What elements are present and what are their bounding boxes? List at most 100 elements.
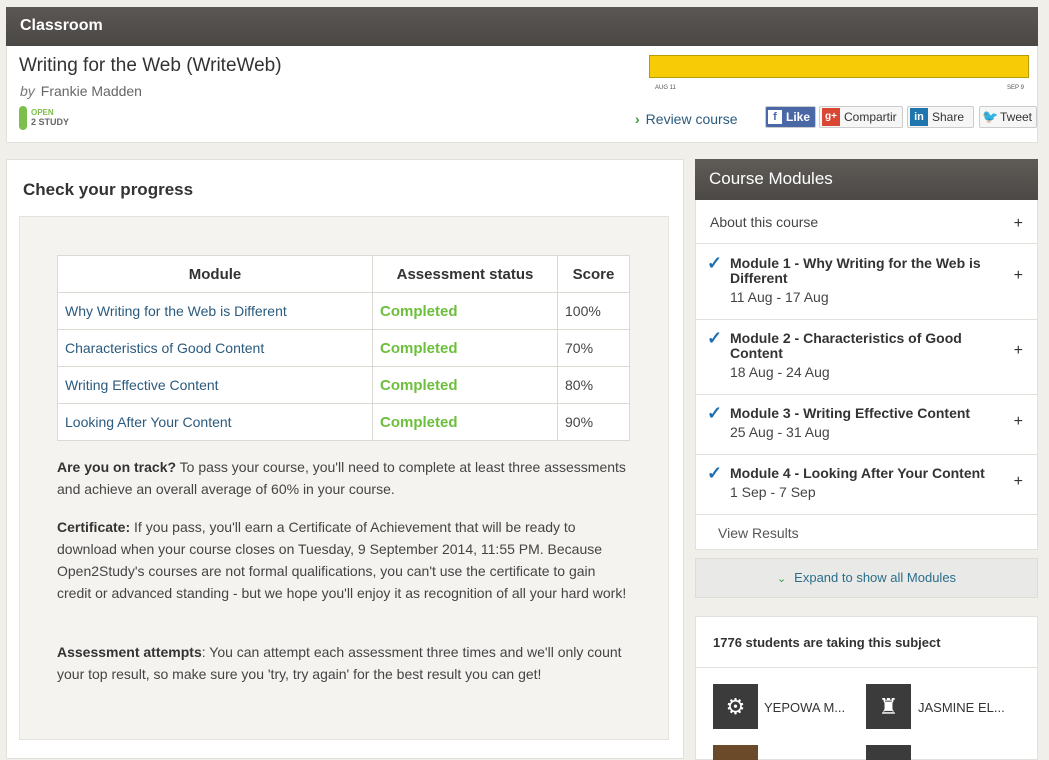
course-progress-bar: [649, 55, 1029, 78]
plus-icon[interactable]: +: [1014, 267, 1023, 285]
status-cell: Completed: [372, 403, 558, 441]
statue-icon: ♜: [878, 694, 899, 719]
expand-modules-label: Expand to show all Modules: [794, 570, 957, 585]
facebook-icon: f: [768, 110, 782, 124]
plus-icon[interactable]: +: [1014, 342, 1023, 360]
column-header-status: Assessment status: [372, 255, 558, 293]
expand-modules-button[interactable]: ⌄ Expand to show all Modules: [695, 558, 1038, 598]
google-share-button[interactable]: g+ Compartir: [819, 106, 903, 128]
module-name: Module 4 - Looking After Your Content: [730, 465, 985, 481]
on-track-text: Are you on track? To pass your course, y…: [57, 456, 632, 500]
module-name: Module 3 - Writing Effective Content: [730, 405, 971, 421]
module-name: Module 1 - Why Writing for the Web is Di…: [730, 255, 981, 286]
certificate-text: Certificate: If you pass, you'll earn a …: [57, 516, 632, 604]
chevron-right-icon: ›: [635, 111, 640, 127]
check-icon: ✓: [707, 463, 723, 483]
column-header-score: Score: [557, 255, 630, 293]
plus-icon[interactable]: +: [1014, 413, 1023, 431]
plus-icon[interactable]: +: [1014, 473, 1023, 491]
logo-leaf-icon: [19, 106, 27, 130]
students-count-heading: 1776 students are taking this subject: [713, 635, 941, 650]
on-track-label: Are you on track?: [57, 459, 177, 475]
module-link[interactable]: Looking After Your Content: [57, 403, 373, 441]
logo-text-1: OPEN: [31, 108, 54, 117]
linkedin-icon: in: [910, 108, 928, 126]
course-author: Frankie Madden: [40, 83, 142, 99]
student-avatar[interactable]: [713, 745, 758, 760]
status-cell: Completed: [372, 329, 558, 367]
logo-text-2: 2 STUDY: [31, 117, 70, 127]
review-course-label: Review course: [645, 111, 738, 127]
certificate-label: Certificate:: [57, 519, 131, 535]
students-panel: 1776 students are taking this subject ⚙ …: [695, 616, 1038, 760]
module-dates: 25 Aug - 31 Aug: [730, 424, 830, 440]
chevron-down-icon: ⌄: [776, 573, 787, 585]
like-label: Like: [786, 110, 811, 124]
about-course-label: About this course: [710, 214, 819, 230]
progress-end-date: SEP 9: [1007, 85, 1024, 91]
classroom-title: Classroom: [20, 17, 103, 34]
module-dates: 18 Aug - 24 Aug: [730, 364, 830, 380]
progress-inner: Module Assessment status Score Why Writi…: [19, 216, 669, 740]
score-cell: 70%: [557, 329, 630, 367]
attempts-text: Assessment attempts: You can attempt eac…: [57, 641, 632, 685]
course-modules-header: Course Modules: [695, 159, 1038, 200]
classroom-bar: Classroom: [6, 7, 1038, 46]
linkedin-share-label: Share: [932, 110, 965, 124]
student-avatar[interactable]: ♜: [866, 684, 911, 729]
score-cell: 80%: [557, 366, 630, 404]
check-icon: ✓: [707, 403, 723, 423]
check-icon: ✓: [707, 328, 723, 348]
google-plus-icon: g+: [822, 108, 840, 126]
course-byline: by Frankie Madden: [20, 83, 142, 99]
module-item[interactable]: ✓ Module 4 - Looking After Your Content …: [696, 455, 1037, 515]
score-cell: 90%: [557, 403, 630, 441]
progress-start-date: AUG 11: [655, 85, 676, 91]
course-modules-list: About this course + ✓ Module 1 - Why Wri…: [695, 200, 1038, 550]
progress-panel: Check your progress Module Assessment st…: [6, 159, 684, 759]
student-avatar[interactable]: [866, 745, 911, 760]
twitter-icon: 🐦: [982, 109, 999, 124]
module-dates: 11 Aug - 17 Aug: [730, 289, 829, 305]
check-icon: ✓: [707, 253, 723, 273]
module-name: Module 2 - Characteristics of Good Conte…: [730, 330, 962, 361]
plus-icon[interactable]: +: [1014, 215, 1023, 233]
module-item[interactable]: ✓ Module 1 - Why Writing for the Web is …: [696, 244, 1037, 320]
module-link[interactable]: Why Writing for the Web is Different: [57, 292, 373, 330]
attempts-label: Assessment attempts: [57, 644, 202, 660]
course-modules-title: Course Modules: [709, 169, 833, 188]
open2study-logo: OPEN 2 STUDY: [19, 106, 79, 130]
progress-table: Module Assessment status Score Why Writi…: [57, 255, 630, 441]
linkedin-share-button[interactable]: in Share: [907, 106, 974, 128]
module-link[interactable]: Writing Effective Content: [57, 366, 373, 404]
table-row: Why Writing for the Web is Different Com…: [57, 292, 630, 330]
divider: [696, 667, 1037, 668]
about-course-item[interactable]: About this course +: [696, 200, 1037, 244]
by-label: by: [20, 83, 35, 99]
student-avatar[interactable]: ⚙: [713, 684, 758, 729]
facebook-like-button[interactable]: f Like: [765, 106, 816, 128]
table-row: Characteristics of Good Content Complete…: [57, 329, 630, 367]
compartir-label: Compartir: [844, 110, 897, 124]
status-cell: Completed: [372, 292, 558, 330]
status-cell: Completed: [372, 366, 558, 404]
module-item[interactable]: ✓ Module 3 - Writing Effective Content 2…: [696, 395, 1037, 455]
module-link[interactable]: Characteristics of Good Content: [57, 329, 373, 367]
student-name[interactable]: JASMINE EL...: [918, 700, 1005, 715]
table-row: Looking After Your Content Completed 90%: [57, 403, 630, 441]
tweet-button[interactable]: 🐦 Tweet: [979, 106, 1037, 128]
course-header: Writing for the Web (WriteWeb) by Frankie…: [6, 46, 1038, 143]
table-row: Writing Effective Content Completed 80%: [57, 366, 630, 404]
course-title: Writing for the Web (WriteWeb): [19, 55, 282, 76]
progress-heading: Check your progress: [23, 180, 194, 199]
column-header-module: Module: [57, 255, 373, 293]
module-item[interactable]: ✓ Module 2 - Characteristics of Good Con…: [696, 320, 1037, 395]
student-name[interactable]: YEPOWA M...: [764, 700, 845, 715]
certificate-body: If you pass, you'll earn a Certificate o…: [57, 519, 627, 601]
module-dates: 1 Sep - 7 Sep: [730, 484, 816, 500]
tweet-label: Tweet: [1000, 110, 1033, 124]
course-progress-fill: [650, 56, 1028, 77]
view-results-link[interactable]: View Results: [718, 525, 799, 541]
review-course-link[interactable]: › Review course: [635, 111, 738, 127]
score-cell: 100%: [557, 292, 630, 330]
